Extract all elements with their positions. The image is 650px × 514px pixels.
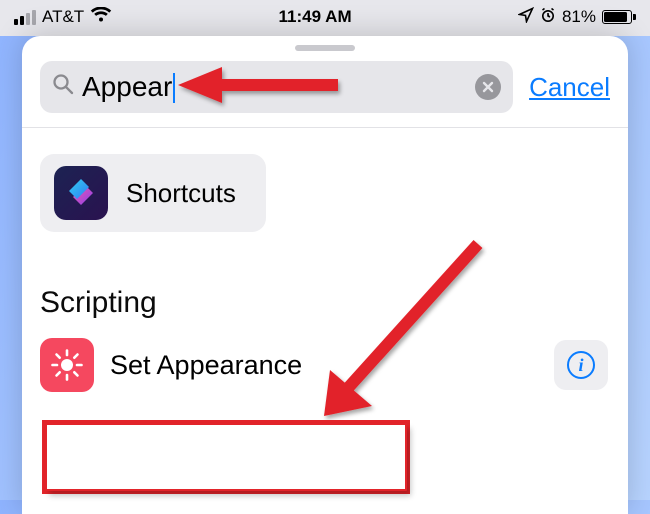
- signal-icon: [14, 10, 36, 25]
- action-label: Set Appearance: [110, 350, 302, 381]
- cancel-button[interactable]: Cancel: [529, 72, 610, 103]
- alarm-icon: [540, 7, 556, 28]
- brightness-icon: [40, 338, 94, 392]
- carrier-label: AT&T: [42, 7, 84, 27]
- action-set-appearance[interactable]: Set Appearance i: [40, 338, 610, 392]
- search-input-value: Appear: [82, 71, 172, 102]
- battery-label: 81%: [562, 7, 596, 27]
- text-caret: [173, 73, 175, 103]
- clear-search-button[interactable]: [475, 74, 501, 100]
- clock: 11:49 AM: [279, 7, 352, 27]
- shortcuts-app-icon: [54, 166, 108, 220]
- action-info-button[interactable]: i: [554, 340, 608, 390]
- status-bar: AT&T 11:49 AM 81%: [0, 0, 650, 36]
- location-icon: [518, 7, 534, 28]
- sheet-grabber[interactable]: [295, 45, 355, 51]
- suggested-app-shortcuts[interactable]: Shortcuts: [40, 154, 266, 232]
- search-input[interactable]: Appear: [40, 61, 513, 113]
- info-icon: i: [567, 351, 595, 379]
- section-title-scripting: Scripting: [40, 286, 610, 320]
- wifi-icon: [90, 7, 112, 28]
- battery-icon: [602, 10, 636, 24]
- action-picker-sheet: Appear Cancel Shortcuts Scripting: [22, 36, 628, 514]
- suggested-app-label: Shortcuts: [126, 178, 236, 209]
- search-icon: [52, 73, 74, 102]
